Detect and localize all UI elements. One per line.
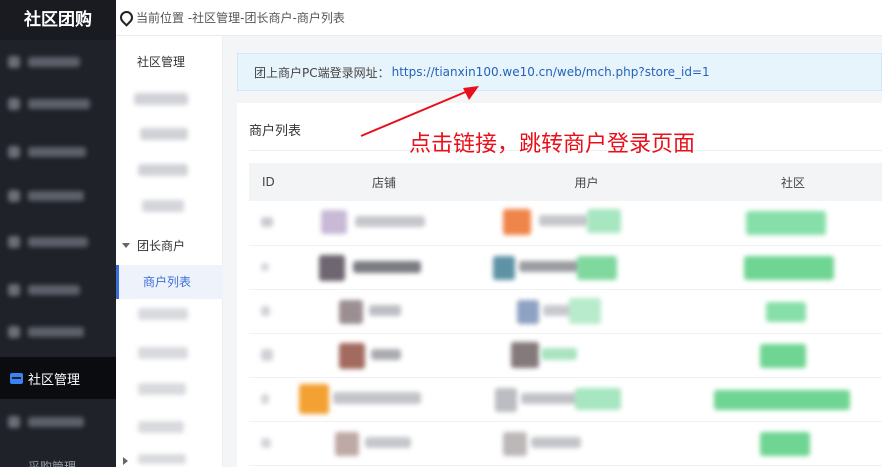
redacted-id: [261, 217, 273, 227]
nav-item-redacted[interactable]: [0, 44, 116, 80]
user-avatar-redacted: [495, 387, 517, 412]
caret-down-icon: [122, 243, 130, 248]
store-name-redacted: [371, 348, 401, 360]
user-name-redacted: [531, 436, 581, 448]
sub-navigation: 社区管理 团长商户 商户列表: [116, 36, 223, 467]
user-tag-redacted: [577, 255, 617, 280]
table-row[interactable]: [249, 377, 882, 421]
sub-nav-item-redacted[interactable]: [140, 128, 188, 140]
sub-nav-item-redacted[interactable]: [138, 454, 186, 464]
table-row[interactable]: [249, 289, 882, 333]
user-name-redacted: [521, 392, 581, 404]
store-avatar-redacted: [335, 431, 359, 456]
sub-nav-item-redacted[interactable]: [138, 308, 188, 320]
nav-item-purchase-management[interactable]: 采购管理: [28, 458, 76, 467]
merchant-list-card: 商户列表 点击链接，跳转商户登录页面 ID 店铺 用户 社区: [237, 103, 882, 467]
store-avatar-redacted: [319, 254, 345, 281]
notice-label: 团上商户PC端登录网址：: [254, 65, 390, 80]
sub-nav-item-redacted[interactable]: [138, 421, 184, 433]
store-name-redacted: [369, 304, 401, 316]
location-pin-icon: [120, 11, 131, 25]
sub-nav-group-leader-merchant[interactable]: 团长商户: [122, 237, 185, 254]
redacted-id: [261, 262, 269, 271]
sub-nav-item-redacted[interactable]: [138, 383, 186, 395]
card-title: 商户列表: [249, 124, 302, 139]
user-tag-redacted: [587, 209, 621, 233]
user-avatar-redacted: [517, 299, 539, 324]
caret-right-icon: [123, 457, 128, 465]
store-avatar-redacted: [299, 383, 329, 414]
column-header-id: ID: [262, 175, 275, 189]
sub-nav-item-redacted[interactable]: [138, 347, 188, 359]
merchant-table: ID 店铺 用户 社区: [249, 163, 882, 466]
nav-item-redacted[interactable]: [0, 178, 116, 214]
user-avatar-redacted: [493, 255, 515, 280]
nav-item-redacted[interactable]: [0, 404, 116, 440]
user-avatar-redacted: [503, 431, 527, 456]
user-tag-redacted: [541, 347, 577, 360]
breadcrumb-item: 商户列表: [296, 11, 345, 25]
nav-item-redacted[interactable]: [0, 314, 116, 350]
column-header-store: 店铺: [371, 175, 396, 190]
nav-item-community-management[interactable]: 社区管理: [0, 357, 116, 399]
sub-nav-title: 社区管理: [137, 55, 186, 69]
table-row[interactable]: [249, 201, 882, 245]
app-root: 社区团购 社区管理 采购管理 当前位置 - 社区管理 - 团长商户 - 商户列表…: [0, 0, 882, 467]
nav-item-redacted[interactable]: [0, 86, 116, 122]
community-redacted: [760, 343, 806, 368]
nav-item-label: 社区管理: [28, 372, 81, 388]
table-row[interactable]: [249, 333, 882, 377]
redacted-id: [261, 437, 271, 448]
nav-item-redacted[interactable]: [0, 134, 116, 170]
user-tag-redacted: [569, 297, 601, 324]
store-avatar-redacted: [339, 299, 363, 324]
sub-nav-item-redacted[interactable]: [142, 200, 184, 212]
user-name-redacted: [539, 215, 589, 226]
store-avatar-redacted: [339, 342, 365, 369]
user-tag-redacted: [575, 387, 621, 410]
brand-title: 社区团购: [0, 0, 116, 40]
user-avatar-redacted: [503, 209, 531, 235]
left-navigation: 社区团购 社区管理 采购管理: [0, 0, 116, 467]
breadcrumb-item[interactable]: 团长商户: [245, 9, 293, 26]
community-redacted: [760, 431, 810, 456]
sub-nav-item-redacted[interactable]: [138, 164, 188, 176]
store-name-redacted: [353, 260, 421, 273]
store-avatar-redacted: [321, 210, 347, 234]
store-name-redacted: [333, 391, 421, 404]
breadcrumb-prefix: 当前位置 -: [136, 11, 193, 25]
annotation-arrow: [360, 86, 479, 137]
user-tag-redacted: [575, 432, 605, 456]
store-name-redacted: [365, 436, 411, 448]
nav-item-redacted[interactable]: [0, 224, 116, 260]
user-name-redacted: [519, 260, 581, 272]
store-name-redacted: [355, 216, 425, 227]
nav-item-redacted[interactable]: [0, 272, 116, 308]
redacted-id: [261, 305, 270, 316]
column-header-user: 用户: [574, 175, 599, 190]
user-avatar-redacted: [511, 341, 539, 368]
table-row[interactable]: [249, 421, 882, 465]
breadcrumb: 当前位置 - 社区管理 - 团长商户 - 商户列表: [116, 0, 882, 36]
merchant-login-notice: 团上商户PC端登录网址： https://tianxin100.we10.cn/…: [237, 53, 882, 91]
sub-nav-item-merchant-list[interactable]: 商户列表: [116, 265, 223, 299]
sub-nav-item-redacted[interactable]: [134, 93, 188, 105]
merchant-login-link[interactable]: https://tianxin100.we10.cn/web/mch.php?s…: [392, 65, 710, 79]
community-redacted: [714, 389, 850, 410]
community-redacted: [766, 301, 806, 322]
redacted-id: [261, 348, 273, 361]
sub-nav-group-label: 团长商户: [137, 239, 186, 253]
redacted-id: [261, 393, 269, 404]
community-redacted: [746, 211, 826, 235]
column-header-community: 社区: [780, 175, 805, 190]
community-redacted: [744, 255, 834, 280]
store-icon: [10, 372, 23, 384]
table-header: ID 店铺 用户 社区: [249, 163, 882, 201]
breadcrumb-item[interactable]: 社区管理: [192, 9, 240, 26]
table-row[interactable]: [249, 245, 882, 289]
